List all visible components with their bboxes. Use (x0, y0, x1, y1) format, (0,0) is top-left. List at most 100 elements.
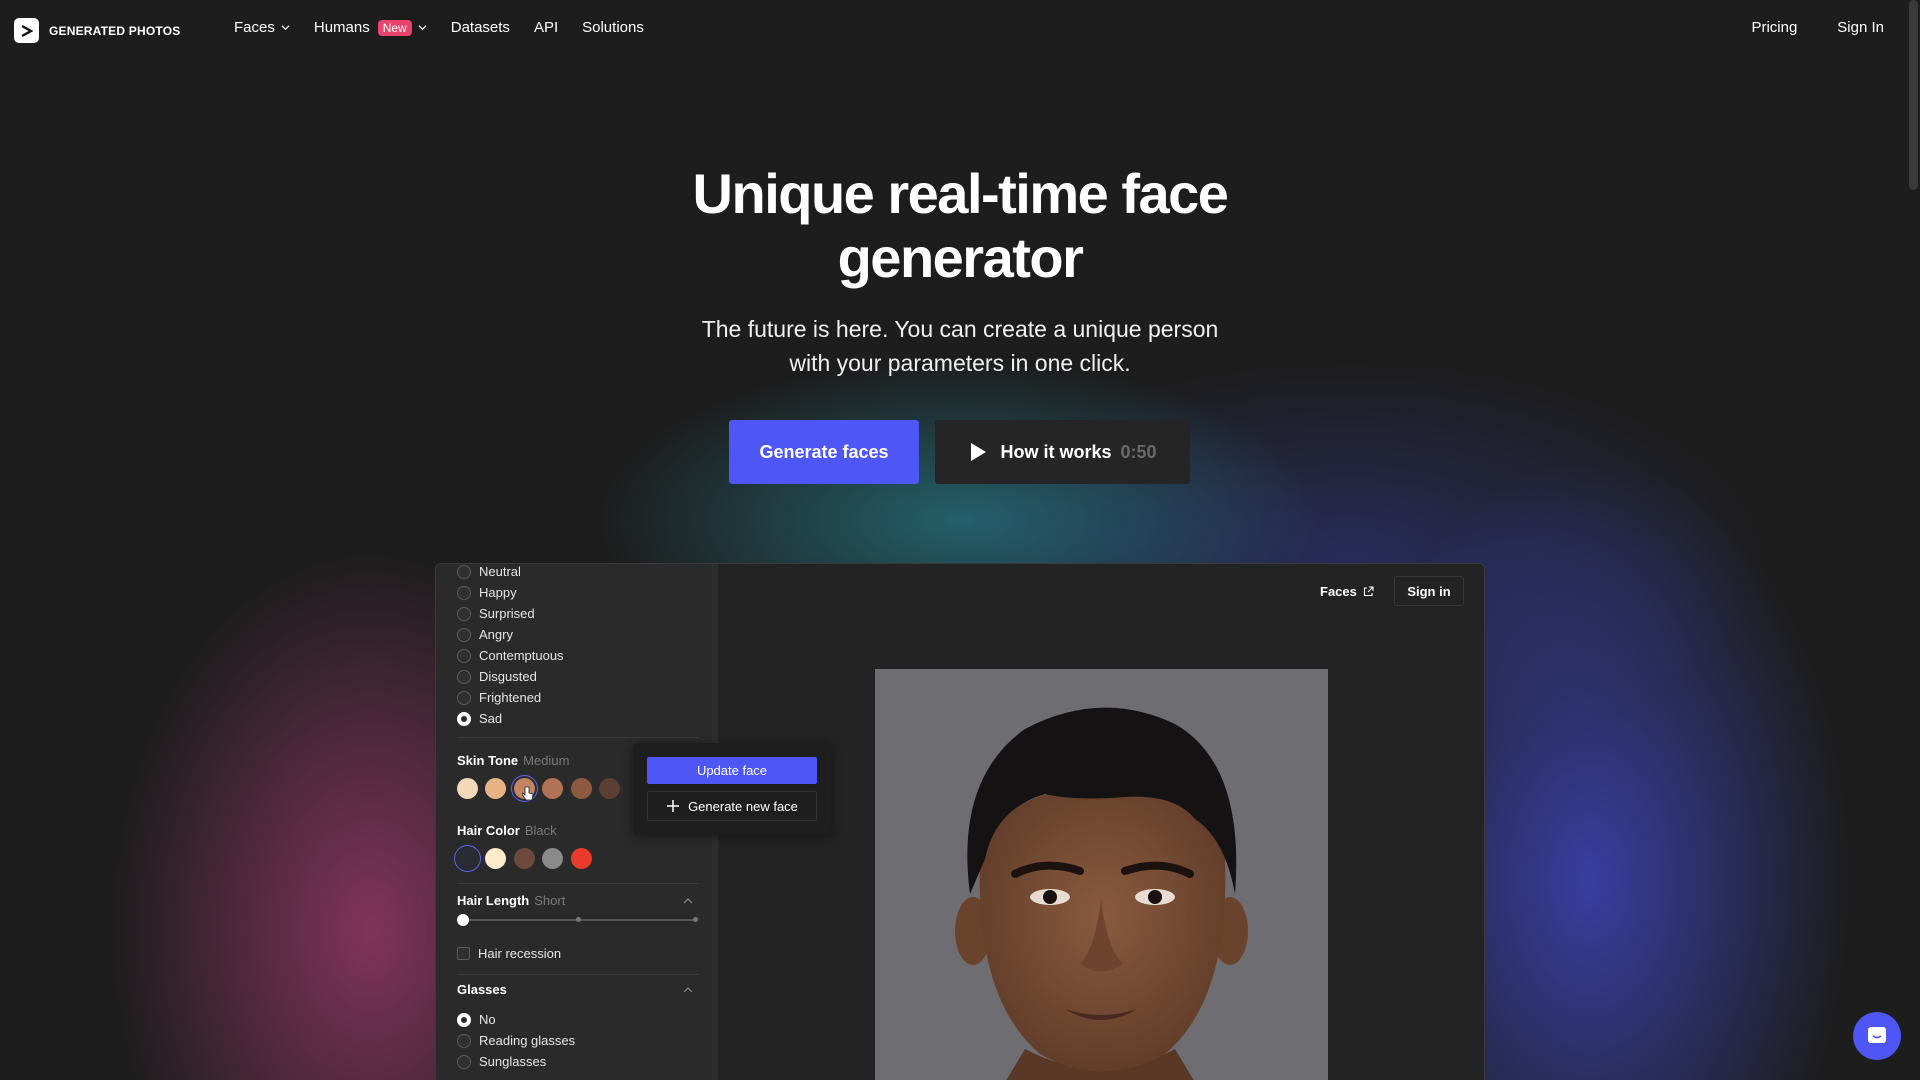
logo[interactable]: GENERATED PHOTOS (14, 18, 180, 43)
slider-handle[interactable] (457, 914, 469, 926)
app-faces-label: Faces (1320, 584, 1357, 599)
page-scrollbar[interactable] (1909, 0, 1918, 190)
emotion-option-angry[interactable]: Angry (457, 627, 513, 642)
hair-swatch-4[interactable] (542, 848, 563, 869)
skin-tone-label: Skin Tone (457, 753, 519, 768)
emotion-label: Sad (479, 711, 503, 726)
emotion-label: Contemptuous (479, 648, 564, 663)
generate-new-face-button[interactable]: Generate new face (647, 791, 817, 821)
skin-swatch-2[interactable] (485, 778, 506, 799)
skin-tone-heading: Skin Tone Medium (457, 753, 569, 768)
hair-length-value: Short (534, 893, 566, 908)
nav-solutions[interactable]: Solutions (582, 19, 644, 36)
emotion-option-surprised[interactable]: Surprised (457, 606, 535, 621)
skin-swatch-4[interactable] (542, 778, 563, 799)
app-preview: Neutral Happy Surprised Angry Contemptuo… (435, 563, 1485, 1080)
face-action-popup: Update face Generate new face (633, 743, 831, 835)
skin-swatch-6[interactable] (599, 778, 620, 799)
hair-swatch-1[interactable] (457, 848, 478, 869)
emotion-label: Surprised (479, 606, 535, 621)
brand-name: GENERATED PHOTOS (49, 23, 181, 38)
logo-icon (14, 18, 39, 43)
nav-faces[interactable]: Faces (234, 19, 290, 36)
emotion-label: Happy (479, 585, 517, 600)
radio-selected (457, 711, 471, 726)
emotion-option-contemptuous[interactable]: Contemptuous (457, 648, 564, 663)
glasses-option-label: Reading glasses (479, 1033, 576, 1048)
how-it-works-button[interactable]: How it works 0:50 (935, 420, 1190, 484)
nav-api[interactable]: API (534, 19, 558, 36)
chevron-down-icon (281, 25, 290, 31)
hair-color-value: Black (524, 823, 557, 838)
hero-subtitle-line2: with your parameters in one click. (789, 350, 1131, 376)
emotion-label: Frightened (479, 690, 542, 705)
generate-faces-button[interactable]: Generate faces (729, 420, 919, 484)
emotion-label: Neutral (479, 564, 521, 579)
hair-swatch-3[interactable] (514, 848, 535, 869)
divider (457, 974, 699, 975)
emotion-option-frightened[interactable]: Frightened (457, 690, 541, 705)
chevron-up-icon[interactable] (683, 985, 693, 995)
emotion-option-neutral[interactable]: Neutral (457, 564, 521, 579)
app-faces-link[interactable]: Faces (1320, 584, 1374, 599)
glasses-option-label: Sunglasses (479, 1054, 547, 1069)
radio (457, 690, 471, 705)
skin-swatch-5[interactable] (571, 778, 592, 799)
nav-sign-in[interactable]: Sign In (1837, 19, 1884, 36)
glasses-label: Glasses (457, 982, 507, 997)
skin-swatch-1[interactable] (457, 778, 478, 799)
divider (457, 883, 699, 884)
hair-swatch-2[interactable] (485, 848, 506, 869)
glasses-option-sunglasses[interactable]: Sunglasses (457, 1054, 546, 1069)
hero-title-line2: generator (837, 226, 1084, 289)
hand-cursor-icon (522, 786, 534, 801)
generated-face-image (875, 669, 1328, 1080)
emotion-option-sad[interactable]: Sad (457, 711, 502, 726)
app-sign-in-button[interactable]: Sign in (1394, 576, 1464, 606)
hero-title: Unique real-time face generator (560, 162, 1360, 290)
hair-color-heading: Hair Color Black (457, 823, 557, 838)
slider-tick (576, 917, 581, 922)
hair-recession-checkbox[interactable]: Hair recession (457, 946, 561, 961)
nav-faces-label: Faces (234, 19, 275, 36)
nav-datasets[interactable]: Datasets (451, 19, 510, 36)
hero-title-line1: Unique real-time face (692, 162, 1229, 225)
chevron-down-icon (418, 25, 427, 31)
checkbox (457, 947, 470, 960)
how-it-works-label: How it works (1000, 441, 1112, 462)
radio (457, 1054, 471, 1069)
skin-tone-value: Medium (523, 753, 570, 768)
nav-humans[interactable]: Humans New (314, 19, 427, 36)
radio (457, 606, 471, 621)
hair-length-heading: Hair Length Short (457, 893, 565, 908)
radio (457, 627, 471, 642)
chevron-up-icon[interactable] (683, 896, 693, 906)
chat-icon (1868, 1027, 1886, 1043)
update-face-button[interactable]: Update face (647, 757, 817, 784)
radio (457, 564, 471, 579)
emotion-label: Disgusted (479, 669, 537, 684)
radio (457, 669, 471, 684)
emotion-label: Angry (479, 627, 513, 642)
new-badge: New (377, 19, 412, 36)
glasses-option-no[interactable]: No (457, 1012, 496, 1027)
radio (457, 585, 471, 600)
emotion-option-disgusted[interactable]: Disgusted (457, 669, 537, 684)
top-nav: GENERATED PHOTOS Faces Humans New Datase… (0, 0, 1920, 60)
nav-pricing[interactable]: Pricing (1751, 19, 1797, 36)
hero-subtitle-line1: The future is here. You can create a uni… (701, 316, 1219, 342)
hair-swatch-5[interactable] (571, 848, 592, 869)
emotion-option-happy[interactable]: Happy (457, 585, 517, 600)
hair-color-label: Hair Color (457, 823, 520, 838)
face-portrait (875, 669, 1328, 1080)
hair-length-label: Hair Length (457, 893, 530, 908)
hair-recession-label: Hair recession (478, 946, 562, 961)
video-duration: 0:50 (1120, 441, 1157, 462)
radio (457, 648, 471, 663)
slider-tick (693, 917, 698, 922)
external-link-icon (1363, 586, 1374, 597)
chat-support-button[interactable] (1853, 1012, 1901, 1060)
nav-humans-label: Humans (313, 19, 370, 36)
radio-selected (457, 1012, 471, 1027)
glasses-option-reading[interactable]: Reading glasses (457, 1033, 575, 1048)
